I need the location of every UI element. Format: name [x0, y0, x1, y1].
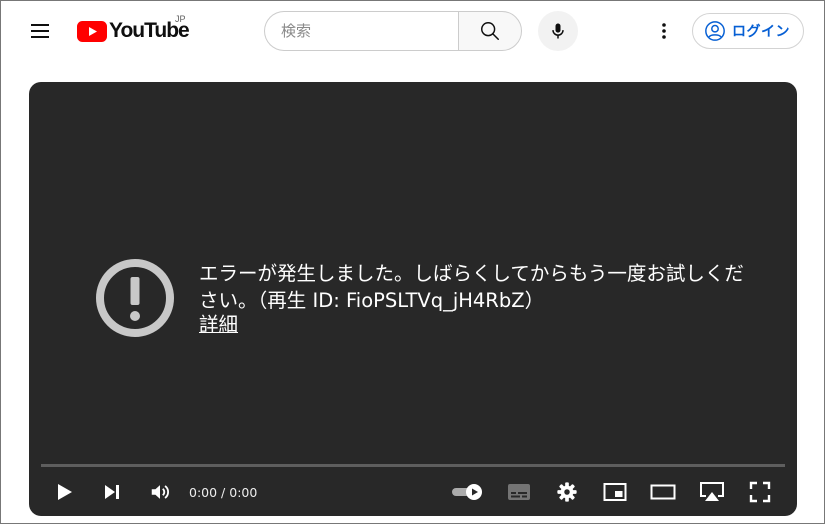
logo-region-label: JP — [175, 14, 186, 24]
search-input[interactable] — [264, 11, 458, 51]
time-display: 0:00 / 0:00 — [189, 476, 257, 508]
fullscreen-icon — [749, 481, 771, 503]
search-icon — [481, 22, 499, 40]
progress-bar[interactable] — [41, 464, 785, 467]
player-controls: 0:00 / 0:00 — [29, 468, 797, 516]
next-button[interactable] — [97, 476, 127, 508]
autoplay-toggle-icon — [452, 484, 482, 500]
error-icon — [96, 259, 174, 337]
current-time: 0:00 — [189, 484, 218, 500]
mute-button[interactable] — [145, 476, 175, 508]
miniplayer-button[interactable] — [600, 476, 630, 508]
play-icon — [58, 484, 72, 500]
time-separator: / — [217, 484, 230, 500]
theater-mode-button[interactable] — [648, 476, 678, 508]
error-message: エラーが発生しました。しばらくしてからもう一度お試しください。（再生 ID: F… — [199, 262, 744, 312]
voice-search-button[interactable] — [538, 11, 578, 51]
masthead: YouTube JP 検索 ログイン — [1, 1, 825, 61]
mic-icon — [552, 23, 564, 39]
next-icon — [105, 485, 119, 499]
subtitles-icon — [508, 484, 530, 500]
fullscreen-button[interactable] — [745, 476, 775, 508]
error-details-link[interactable]: 詳細 — [199, 311, 238, 338]
autoplay-toggle[interactable] — [449, 476, 487, 508]
youtube-logo[interactable]: YouTube JP — [77, 14, 190, 44]
login-button[interactable]: ログイン — [692, 13, 804, 49]
search-button[interactable] — [458, 11, 522, 51]
theater-icon — [650, 484, 676, 500]
more-options-button[interactable] — [649, 15, 679, 47]
airplay-button[interactable] — [696, 476, 728, 508]
video-player[interactable]: エラーが発生しました。しばらくしてからもう一度お試しください。（再生 ID: F… — [29, 82, 797, 516]
airplay-icon — [700, 482, 724, 501]
more-vert-icon — [662, 23, 666, 39]
duration: 0:00 — [229, 484, 258, 500]
menu-icon[interactable] — [25, 19, 57, 43]
settings-icon — [557, 482, 577, 502]
miniplayer-icon — [603, 483, 627, 501]
page-frame: YouTube JP 検索 ログイン エラーが発生しました。しばらくしてからもう… — [0, 0, 825, 524]
subtitles-button[interactable] — [504, 476, 534, 508]
play-button[interactable] — [49, 476, 79, 508]
settings-button[interactable] — [552, 476, 582, 508]
search-box — [264, 11, 522, 51]
youtube-logo-icon — [77, 20, 107, 42]
volume-icon — [151, 485, 169, 499]
account-icon — [705, 21, 725, 41]
login-label: ログイン — [732, 24, 790, 40]
